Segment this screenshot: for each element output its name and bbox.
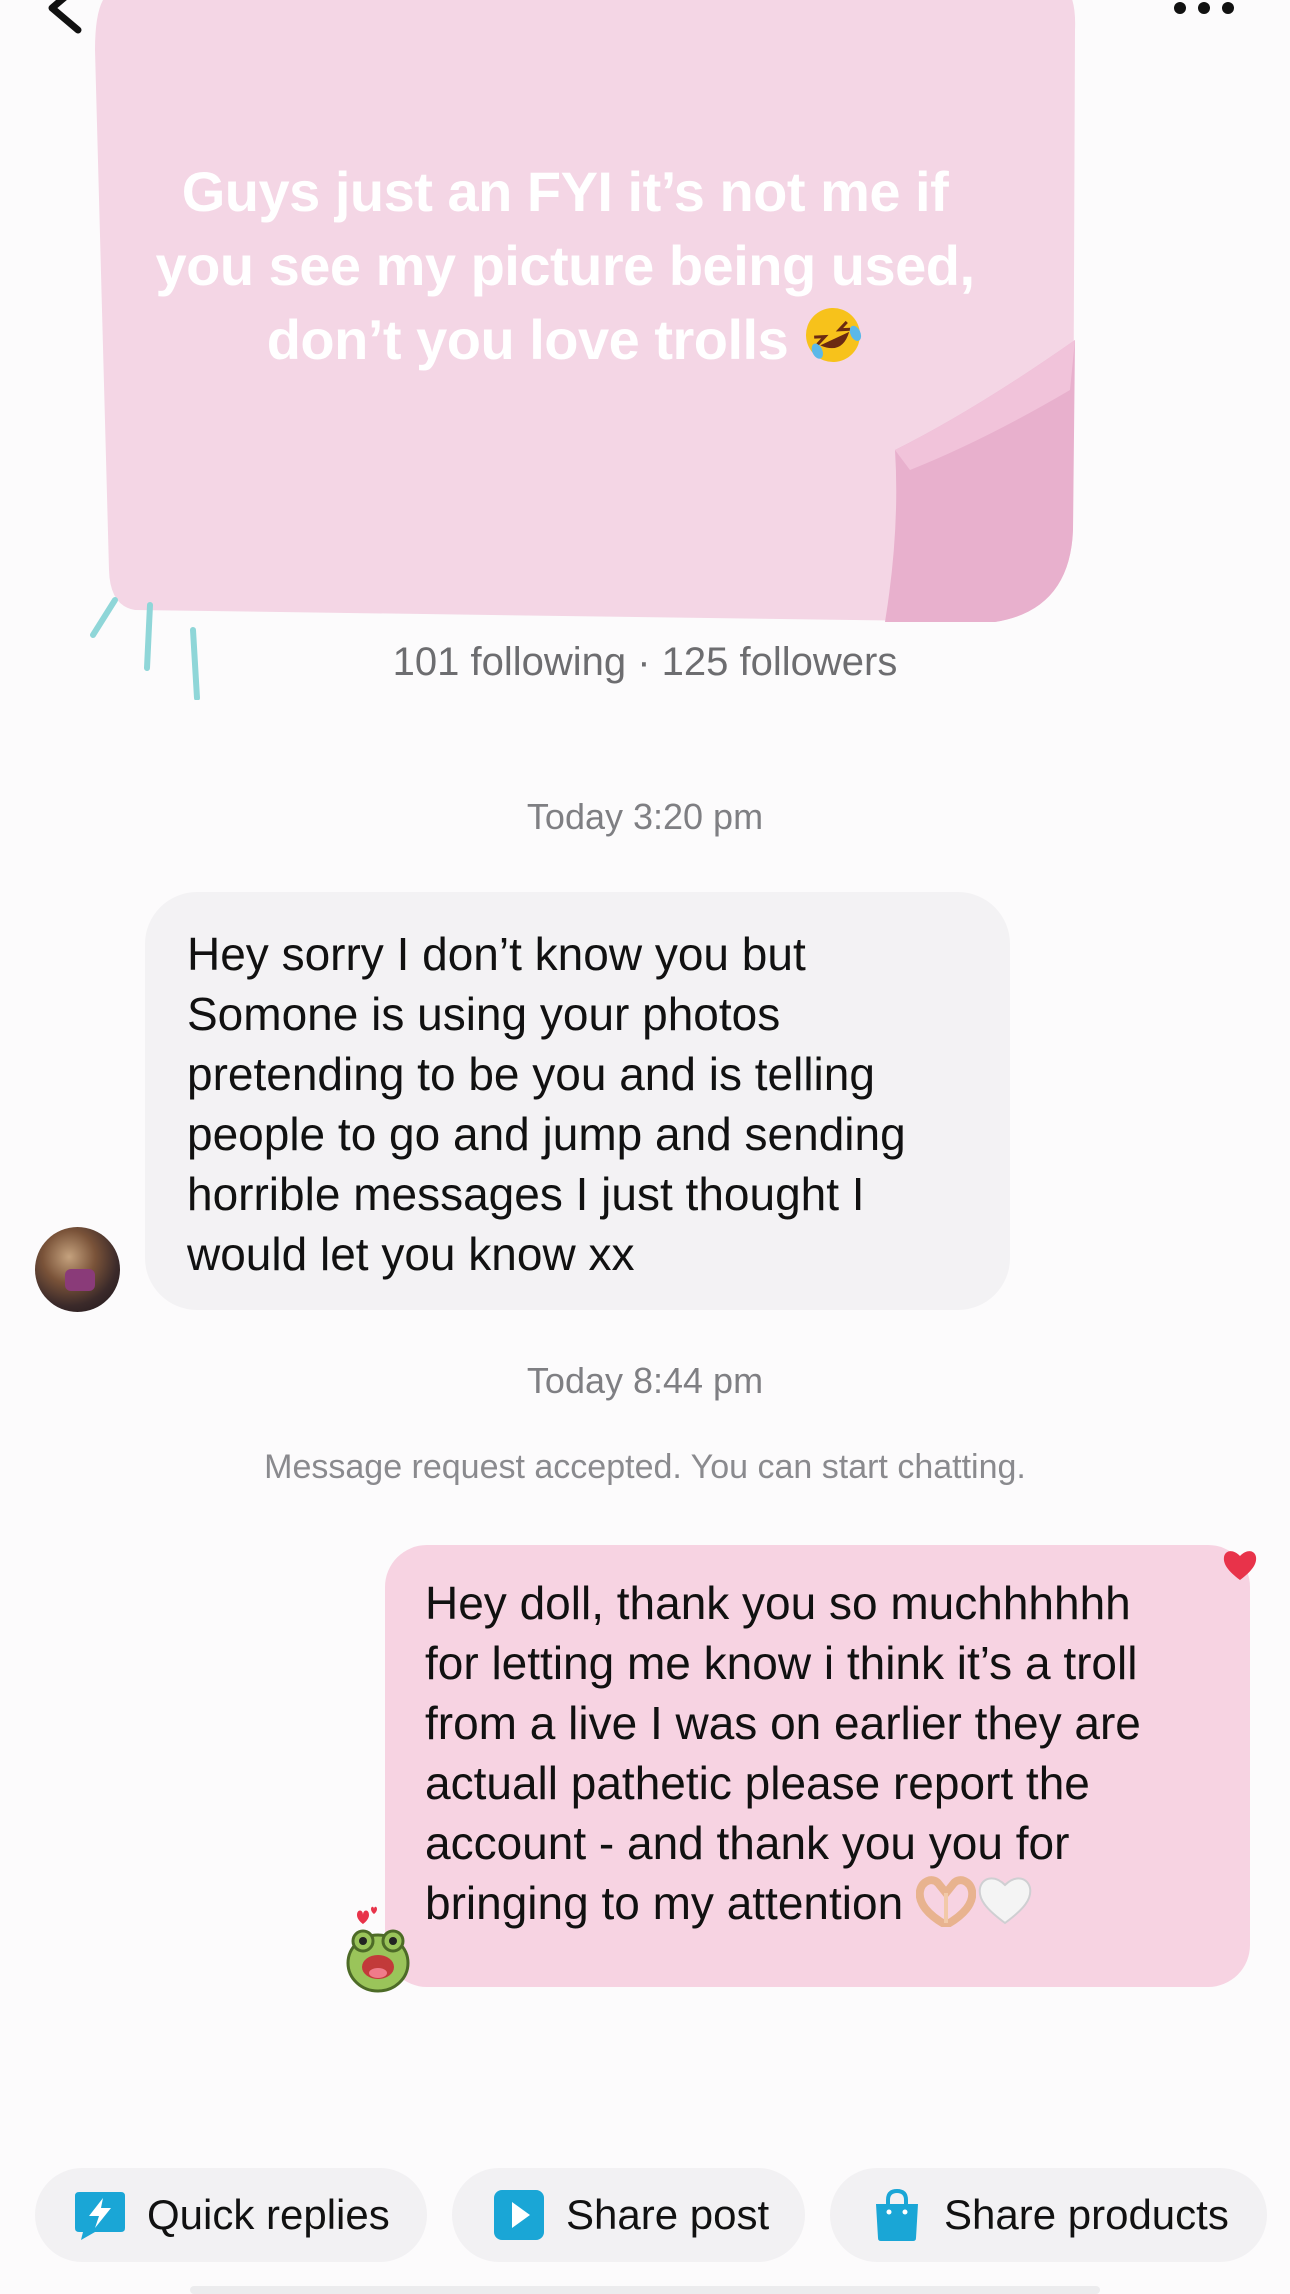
share-post-button[interactable]: Share post bbox=[452, 2168, 805, 2262]
share-products-label: Share products bbox=[944, 2191, 1229, 2238]
quick-replies-label: Quick replies bbox=[147, 2191, 390, 2238]
play-square-icon bbox=[494, 2190, 544, 2240]
share-post-label: Share post bbox=[566, 2191, 770, 2238]
sticker-message: Guys just an FYI it’s not me if you see … bbox=[155, 160, 975, 371]
incoming-message-text: Hey sorry I don’t know you but Somone is… bbox=[187, 928, 906, 1280]
incoming-message-bubble[interactable]: Hey sorry I don’t know you but Somone is… bbox=[145, 892, 1010, 1310]
white-heart-emoji-icon bbox=[978, 1877, 1032, 1925]
message-timestamp: Today 8:44 pm bbox=[526, 1360, 764, 1401]
outgoing-message-bubble[interactable]: Hey doll, thank you so muchhhhhh for let… bbox=[385, 1545, 1250, 1987]
sender-avatar[interactable] bbox=[35, 1227, 120, 1312]
quick-replies-button[interactable]: Quick replies bbox=[35, 2168, 427, 2262]
frog-reaction-sticker bbox=[346, 1906, 410, 1993]
shopping-bag-icon bbox=[876, 2188, 918, 2241]
back-chevron-icon[interactable] bbox=[36, 0, 96, 38]
lightning-bubble-icon bbox=[75, 2192, 125, 2240]
rolling-laughing-emoji-icon bbox=[806, 308, 862, 362]
profile-follow-stats: 101 following · 125 followers bbox=[392, 640, 898, 684]
message-input-edge[interactable] bbox=[190, 2286, 1100, 2294]
heart-hands-emoji-icon bbox=[915, 1876, 976, 1927]
more-options-icon[interactable] bbox=[1168, 0, 1240, 26]
share-products-button[interactable]: Share products bbox=[830, 2168, 1267, 2262]
request-accepted-note: Message request accepted. You can start … bbox=[264, 1448, 1026, 1486]
outgoing-message-text: Hey doll, thank you so muchhhhhh for let… bbox=[425, 1577, 1141, 1929]
reaction-heart-icon[interactable] bbox=[1222, 1548, 1258, 1582]
message-timestamp: Today 3:20 pm bbox=[526, 796, 764, 837]
